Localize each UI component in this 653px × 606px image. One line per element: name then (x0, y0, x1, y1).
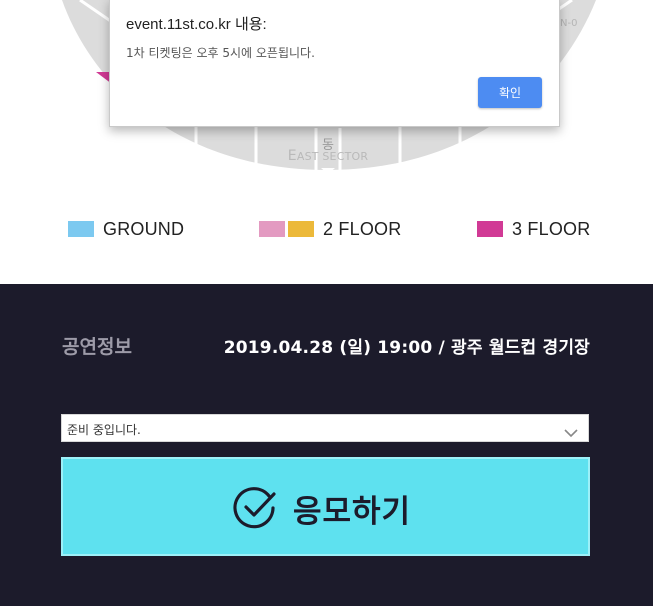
sector-subtitle-first: E (287, 148, 297, 164)
event-panel: 공연정보 2019.04.28 (일) 19:00 / 광주 월드컵 경기장 준… (0, 284, 653, 606)
schedule-select-value: 준비 중입니다. (67, 423, 141, 437)
dialog-ok-button[interactable]: 확인 (478, 77, 542, 108)
legend-3floor: 3 FLOOR (477, 218, 590, 240)
sector-subtitle: EAST SECTOR (270, 148, 386, 164)
apply-button-label: 응모하기 (293, 494, 412, 530)
legend-swatch-2floor-b (288, 221, 314, 237)
edge-label-right: N-0 (560, 18, 578, 29)
legend-2floor: 2 FLOOR (259, 218, 401, 240)
legend-swatch-ground (68, 221, 94, 237)
legend-label-ground: GROUND (103, 218, 185, 239)
dialog-message: 1차 티켓팅은 오후 5시에 오픈됩니다. (126, 46, 315, 60)
legend-ground: GROUND (68, 218, 184, 240)
performance-info-label: 공연정보 (62, 336, 132, 358)
schedule-select[interactable]: 준비 중입니다. (61, 414, 589, 442)
chevron-down-icon (564, 423, 578, 442)
legend-swatch-2floor-a (259, 221, 285, 237)
performance-info-value: 2019.04.28 (일) 19:00 / 광주 월드컵 경기장 (223, 338, 590, 358)
dialog-title: event.11st.co.kr 내용: (126, 16, 267, 33)
legend-swatch-3floor (477, 221, 503, 237)
legend-label-3floor: 3 FLOOR (512, 218, 591, 239)
apply-button[interactable]: 응모하기 (61, 457, 590, 556)
check-circle-icon (233, 486, 277, 534)
sector-subtitle-rest: AST SECTOR (296, 150, 369, 163)
alert-dialog: event.11st.co.kr 내용: 1차 티켓팅은 오후 5시에 오픈됩니… (109, 0, 560, 127)
legend-label-2floor: 2 FLOOR (323, 218, 402, 239)
